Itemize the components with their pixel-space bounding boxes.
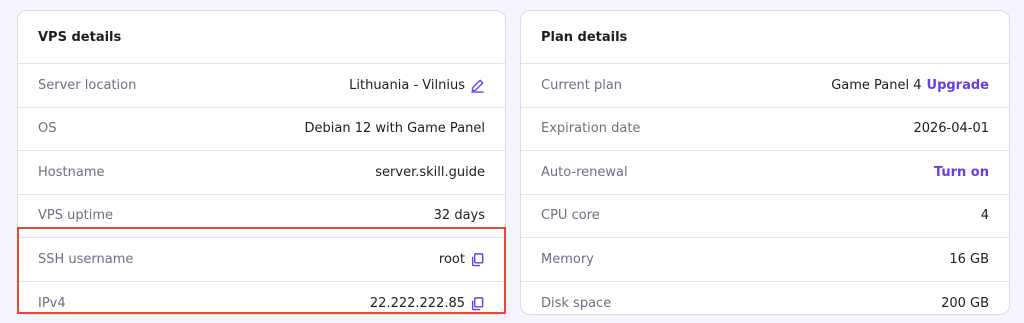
vps-details-title: VPS details: [38, 29, 122, 45]
ssh-username-row: SSH username root: [18, 238, 505, 282]
hostname-row: Hostname server.skill.guide: [18, 151, 505, 195]
ipv4-row: IPv4 22.222.222.85: [18, 282, 505, 315]
edit-icon[interactable]: [470, 78, 485, 93]
expiration-date-row: Expiration date 2026-04-01: [521, 108, 1009, 151]
vps-details-card: VPS details Server location Lithuania - …: [17, 10, 506, 315]
ipv4-value-wrap: 22.222.222.85: [370, 296, 485, 311]
disk-space-value: 200 GB: [941, 295, 989, 311]
hostname-label: Hostname: [38, 164, 105, 180]
ssh-username-value: root: [438, 251, 465, 267]
server-location-label: Server location: [38, 77, 137, 93]
expiration-date-label: Expiration date: [541, 121, 641, 137]
copy-icon[interactable]: [470, 296, 485, 311]
current-plan-value: Game Panel 4: [831, 77, 922, 93]
cpu-core-label: CPU core: [541, 208, 600, 224]
current-plan-row: Current plan Game Panel 4 Upgrade: [521, 64, 1009, 108]
memory-row: Memory 16 GB: [521, 238, 1009, 282]
plan-details-title: Plan details: [541, 29, 628, 45]
vps-uptime-label: VPS uptime: [38, 208, 113, 224]
current-plan-label: Current plan: [541, 77, 623, 93]
os-value: Debian 12 with Game Panel: [304, 121, 485, 137]
vps-details-header: VPS details: [18, 11, 505, 64]
memory-label: Memory: [541, 251, 594, 267]
ssh-username-value-wrap: root: [439, 252, 485, 267]
vps-uptime-row: VPS uptime 32 days: [18, 195, 505, 238]
server-location-value-wrap: Lithuania - Vilnius: [349, 78, 485, 93]
memory-value: 16 GB: [949, 251, 989, 267]
server-location-row: Server location Lithuania - Vilnius: [18, 64, 505, 108]
expiration-date-value: 2026-04-01: [913, 121, 989, 137]
plan-details-card: Plan details Current plan Game Panel 4 U…: [520, 10, 1010, 315]
auto-renewal-label: Auto-renewal: [541, 164, 628, 180]
hostname-value: server.skill.guide: [375, 164, 485, 180]
os-label: OS: [38, 121, 57, 137]
server-location-value: Lithuania - Vilnius: [349, 77, 465, 93]
turn-on-link[interactable]: Turn on: [934, 165, 989, 180]
disk-space-row: Disk space 200 GB: [521, 282, 1009, 315]
ssh-username-label: SSH username: [38, 251, 134, 267]
vps-uptime-value: 32 days: [433, 208, 485, 224]
disk-space-label: Disk space: [541, 295, 612, 311]
auto-renewal-row: Auto-renewal Turn on: [521, 151, 1009, 195]
copy-icon[interactable]: [470, 252, 485, 267]
ipv4-value: 22.222.222.85: [369, 295, 465, 311]
ipv4-label: IPv4: [38, 295, 66, 311]
cpu-core-row: CPU core 4: [521, 195, 1009, 238]
cpu-core-value: 4: [980, 208, 989, 224]
plan-details-header: Plan details: [521, 11, 1009, 64]
os-row: OS Debian 12 with Game Panel: [18, 108, 505, 151]
current-plan-value-wrap: Game Panel 4 Upgrade: [831, 78, 989, 93]
upgrade-link[interactable]: Upgrade: [927, 78, 989, 93]
